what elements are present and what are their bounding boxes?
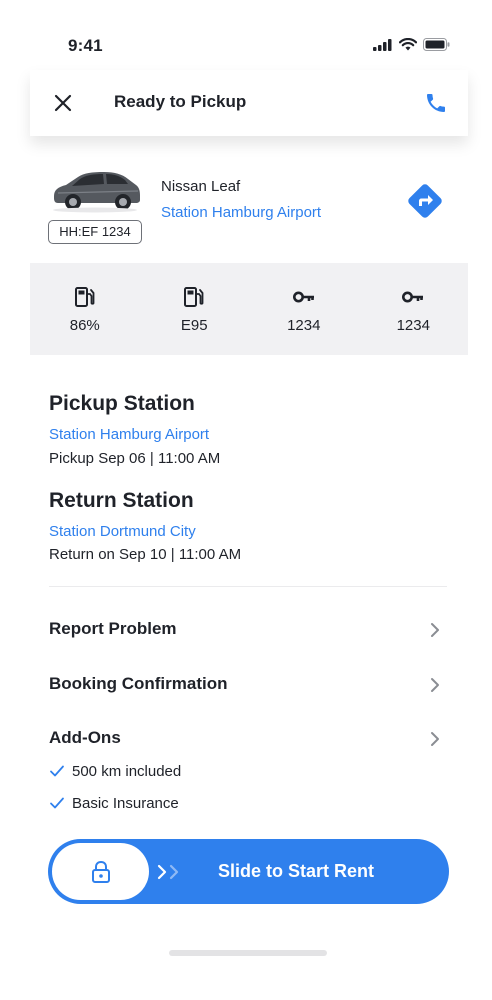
car-name: Nissan Leaf xyxy=(161,178,241,195)
vehicle-stats: 86% E95 1234 1234 xyxy=(30,263,468,355)
status-icons xyxy=(373,38,450,51)
divider xyxy=(49,586,447,587)
stat-value: 1234 xyxy=(396,316,430,334)
addon-label: Basic Insurance xyxy=(72,794,179,812)
booking-confirmation-item[interactable]: Booking Confirmation xyxy=(49,670,447,700)
directions-icon[interactable] xyxy=(404,180,446,222)
stat-key-code: 1234 xyxy=(253,285,355,334)
lock-icon xyxy=(91,860,110,883)
stat-key-code: 1234 xyxy=(362,285,464,334)
fuel-pump-icon xyxy=(74,286,95,307)
vehicle-summary: HH:EF 1234 Nissan Leaf Station Hamburg A… xyxy=(48,160,448,250)
slider-knob[interactable] xyxy=(52,843,149,900)
chevron-right-icon xyxy=(431,623,439,637)
return-station-title: Return Station xyxy=(49,489,194,512)
chevron-right-icon xyxy=(431,732,439,746)
pickup-station-title: Pickup Station xyxy=(49,392,195,415)
key-icon xyxy=(292,291,314,302)
phone-icon[interactable] xyxy=(424,91,448,115)
menu-label: Booking Confirmation xyxy=(49,674,228,693)
addon-item: 500 km included xyxy=(49,760,181,782)
addon-label: 500 km included xyxy=(72,762,182,780)
pickup-time: Pickup Sep 06 | 11:00 AM xyxy=(49,450,221,467)
battery-icon xyxy=(423,38,450,51)
stat-value: E95 xyxy=(180,316,208,334)
addon-item: Basic Insurance xyxy=(49,792,179,814)
home-indicator xyxy=(169,950,327,956)
stat-value: 86% xyxy=(69,316,100,334)
menu-label: Report Problem xyxy=(49,619,177,638)
close-icon[interactable] xyxy=(52,92,74,114)
status-time: 9:41 xyxy=(68,36,103,55)
checkmark-icon xyxy=(50,765,64,777)
slider-label: Slide to Start Rent xyxy=(217,861,374,881)
key-icon xyxy=(402,291,424,302)
pickup-station-link[interactable]: Station Hamburg Airport xyxy=(49,426,209,443)
wifi-icon xyxy=(399,38,417,51)
car-image xyxy=(53,172,140,213)
add-ons-item[interactable]: Add-Ons xyxy=(49,724,447,754)
return-station-link[interactable]: Station Dortmund City xyxy=(49,523,196,540)
checkmark-icon xyxy=(50,797,64,809)
car-station-link[interactable]: Station Hamburg Airport xyxy=(161,204,321,221)
stat-battery: 86% xyxy=(34,285,136,334)
chevron-right-icon xyxy=(431,678,439,692)
stat-value: 1234 xyxy=(287,316,321,334)
cellular-signal-icon xyxy=(373,38,392,51)
slide-to-start-control[interactable]: Slide to Start Rent xyxy=(48,839,449,904)
status-bar: 9:41 xyxy=(0,0,492,70)
top-app-bar: Ready to Pickup xyxy=(30,70,468,136)
menu-label: Add-Ons xyxy=(49,728,121,747)
license-plate: HH:EF 1234 xyxy=(48,220,142,244)
fuel-pump-icon xyxy=(184,286,204,307)
return-time: Return on Sep 10 | 11:00 AM xyxy=(49,546,242,563)
double-chevron-right-icon xyxy=(157,864,179,880)
stat-fuel-type: E95 xyxy=(143,285,245,334)
report-problem-item[interactable]: Report Problem xyxy=(49,615,447,645)
page-title: Ready to Pickup xyxy=(114,92,247,111)
